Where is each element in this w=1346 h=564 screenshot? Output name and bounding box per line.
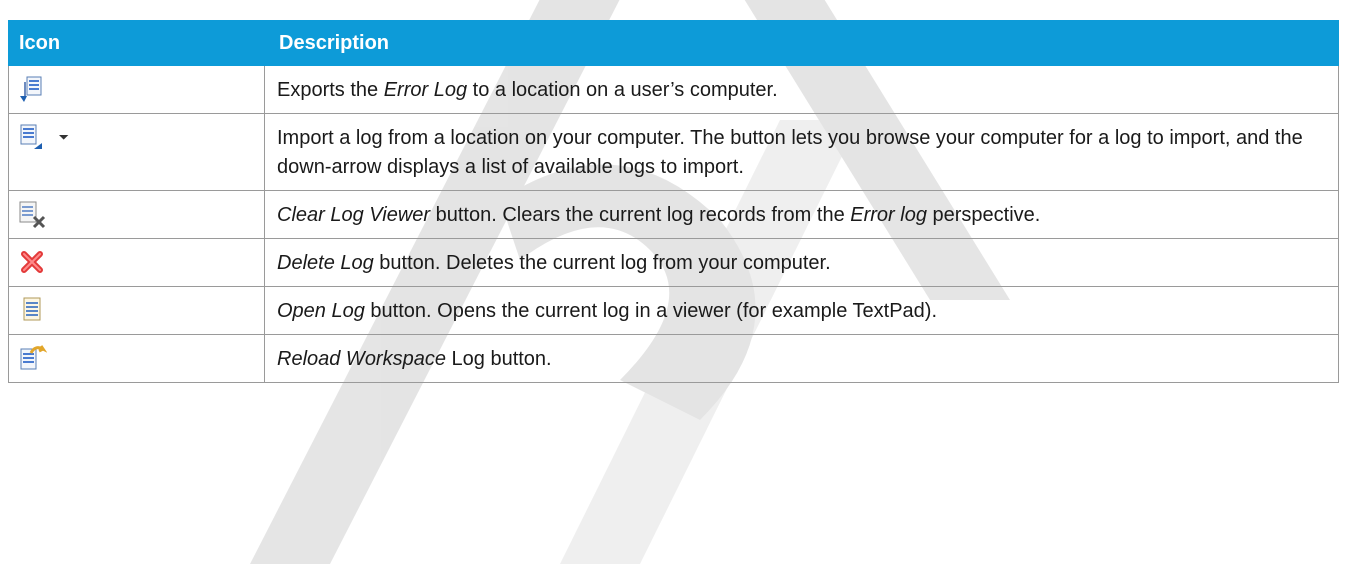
description-emphasis: Delete Log [277, 252, 374, 274]
description-text: Import a log from a location on your com… [277, 127, 1303, 178]
table-row: Delete Log button. Deletes the current l… [8, 238, 1339, 287]
icon-group [17, 343, 47, 382]
table-row: Import a log from a location on your com… [8, 113, 1339, 191]
table-row: Reload Workspace Log button. [8, 334, 1339, 383]
description-text: perspective. [926, 204, 1041, 226]
icon-cell [8, 65, 265, 114]
icon-cell [8, 190, 265, 239]
description-emphasis: Error log [850, 204, 927, 226]
description-emphasis: Reload Workspace [277, 348, 446, 370]
description-cell: Delete Log button. Deletes the current l… [264, 238, 1339, 287]
table-row: Open Log button. Opens the current log i… [8, 286, 1339, 335]
table-header-row: Icon Description [8, 20, 1339, 66]
table-row: Clear Log Viewer button. Clears the curr… [8, 190, 1339, 239]
header-icon: Icon [8, 20, 265, 66]
description-text: button. Deletes the current log from you… [373, 252, 831, 274]
description-cell: Exports the Error Log to a location on a… [264, 65, 1339, 114]
table-row: Exports the Error Log to a location on a… [8, 65, 1339, 114]
icon-group [17, 199, 47, 238]
description-cell: Open Log button. Opens the current log i… [264, 286, 1339, 335]
description-text: button. Clears the current log records f… [430, 204, 851, 226]
export-log-icon [17, 74, 47, 113]
icon-group [17, 295, 47, 334]
import-log-icon [17, 122, 47, 161]
dropdown-arrow-icon [57, 122, 77, 161]
header-description: Description [264, 20, 1339, 66]
open-log-icon [17, 295, 47, 334]
reload-workspace-log-icon [17, 343, 47, 382]
description-text: Log button. [445, 348, 552, 370]
icon-cell [8, 334, 265, 383]
description-cell: Clear Log Viewer button. Clears the curr… [264, 190, 1339, 239]
description-text: to a location on a user’s computer. [467, 79, 778, 101]
icon-cell [8, 238, 265, 287]
description-emphasis: Open Log [277, 300, 365, 322]
description-cell: Reload Workspace Log button. [264, 334, 1339, 383]
delete-log-icon [17, 247, 47, 286]
icon-group [17, 122, 77, 161]
description-text: button. Opens the current log in a viewe… [364, 300, 938, 322]
icon-group [17, 247, 47, 286]
description-emphasis: Error Log [383, 79, 468, 101]
description-cell: Import a log from a location on your com… [264, 113, 1339, 191]
icon-group [17, 74, 47, 113]
description-text: Exports the [277, 79, 384, 101]
icon-cell [8, 286, 265, 335]
description-emphasis: Clear Log Viewer [277, 204, 431, 226]
icon-cell [8, 113, 265, 191]
icon-description-table: Icon Description Exports the Error Log t… [8, 20, 1339, 383]
clear-log-viewer-icon [17, 199, 47, 238]
